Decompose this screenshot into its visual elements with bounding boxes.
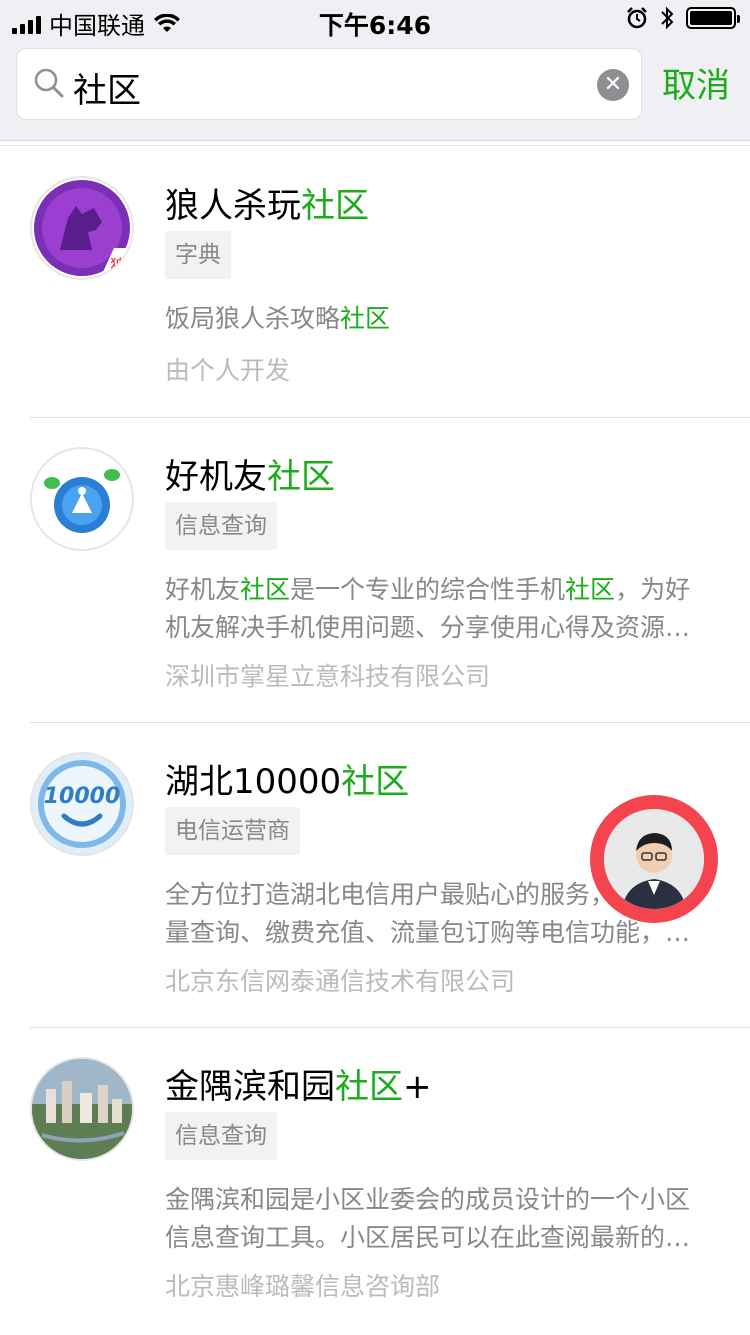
status-right bbox=[626, 6, 740, 30]
results-list: 狼 狼人杀玩社区 字典 饭局狼人杀攻略社区 由个人开发 好机友社区 信息查询 好… bbox=[0, 145, 750, 1335]
result-description: 金隅滨和园是小区业委会的成员设计的一个小区 信息查询工具。小区居民可以在此查阅最… bbox=[165, 1185, 691, 1252]
person-avatar-icon bbox=[604, 809, 704, 909]
result-item[interactable]: 金隅滨和园社区+ 信息查询 金隅滨和园是小区业委会的成员设计的一个小区 信息查询… bbox=[30, 1027, 750, 1332]
search-icon bbox=[34, 68, 64, 98]
result-title: 金隅滨和园社区+ bbox=[165, 1067, 432, 1107]
alarm-icon bbox=[627, 7, 647, 29]
floating-avatar-bubble[interactable] bbox=[590, 795, 718, 923]
search-query: 社区 bbox=[73, 71, 141, 111]
result-description: 饭局狼人杀攻略社区 bbox=[165, 304, 391, 333]
avatar-badge: 狼 bbox=[109, 256, 126, 275]
category-tag: 信息查询 bbox=[165, 1112, 277, 1160]
cancel-button[interactable]: 取消 bbox=[662, 58, 730, 107]
search-input[interactable]: 社区 ✕ bbox=[16, 48, 642, 120]
result-description: 好机友社区是一个专业的综合性手机社区，为好 机友解决手机使用问题、分享使用心得及… bbox=[165, 575, 691, 642]
category-tag: 字典 bbox=[165, 231, 231, 279]
search-bar: 社区 ✕ 取消 bbox=[0, 40, 750, 141]
developer-label: 由个人开发 bbox=[165, 356, 291, 385]
result-title: 狼人杀玩社区 bbox=[165, 186, 369, 226]
result-item[interactable]: 好机友社区 信息查询 好机友社区是一个专业的综合性手机社区，为好 机友解决手机使… bbox=[30, 417, 750, 723]
battery-icon bbox=[686, 7, 740, 29]
category-tag: 电信运营商 bbox=[165, 807, 300, 855]
developer-label: 北京东信网泰通信技术有限公司 bbox=[165, 967, 516, 996]
bluetooth-icon bbox=[661, 6, 674, 30]
status-bar: 中国联通 下午6:46 bbox=[0, 0, 750, 40]
developer-label: 深圳市掌星立意科技有限公司 bbox=[165, 662, 491, 691]
telecom-10000-icon: 10000 bbox=[30, 752, 134, 856]
avatar-text: 10000 bbox=[43, 784, 121, 809]
werewolf-icon: 狼 bbox=[30, 176, 134, 280]
camera-aperture-icon bbox=[30, 447, 134, 551]
residential-aerial-icon bbox=[30, 1057, 134, 1161]
clear-search-button[interactable]: ✕ bbox=[597, 69, 629, 101]
developer-label: 北京惠峰璐馨信息咨询部 bbox=[165, 1272, 441, 1301]
result-title: 湖北10000社区 bbox=[165, 762, 410, 802]
category-tag: 信息查询 bbox=[165, 502, 277, 550]
result-item[interactable]: 狼 狼人杀玩社区 字典 饭局狼人杀攻略社区 由个人开发 bbox=[30, 146, 750, 418]
result-title: 好机友社区 bbox=[165, 457, 335, 497]
